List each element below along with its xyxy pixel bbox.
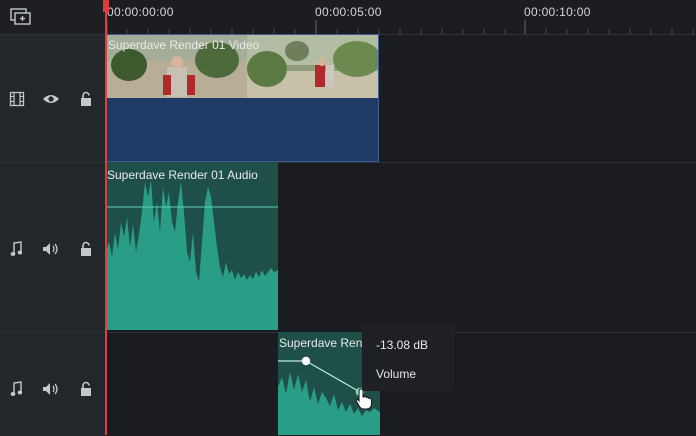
video-clip-title: Superdave Render 01 Video [108,38,260,52]
video-track-header [0,34,106,163]
playhead-handle[interactable] [103,0,109,12]
lock-icon[interactable] [79,381,93,397]
audio-track-2-header [0,332,106,436]
audio-clip-1[interactable]: Superdave Render 01 Audio [106,162,278,330]
eye-icon[interactable] [42,93,60,105]
audio-waveform-1 [106,180,278,330]
tooltip-label: Volume [376,367,417,381]
audio-clip-1-title: Superdave Render 01 Audio [107,168,258,182]
lock-icon[interactable] [79,241,93,257]
hand-cursor-icon [355,388,373,410]
music-note-icon [10,241,22,256]
audio-track-1-header [0,162,106,333]
playhead-line[interactable] [105,0,107,435]
volume-keyframe[interactable] [301,356,311,366]
ruler-ticks [106,20,694,34]
ruler-label-5s: 00:00:05:00 [315,5,382,19]
speaker-icon[interactable] [42,242,60,256]
speaker-icon[interactable] [42,382,60,396]
volume-tooltip: -13.08 dB Volume [362,323,454,391]
lock-icon[interactable] [79,91,93,107]
music-note-icon [10,381,22,396]
ruler-label-0: 00:00:00:00 [107,5,174,19]
tooltip-value: -13.08 dB [376,338,429,352]
ruler-label-10s: 00:00:10:00 [524,5,591,19]
film-icon [9,91,25,107]
ruler-corner [0,0,106,34]
add-track-icon[interactable] [10,8,32,26]
video-clip[interactable]: Superdave Render 01 Video [106,34,379,162]
